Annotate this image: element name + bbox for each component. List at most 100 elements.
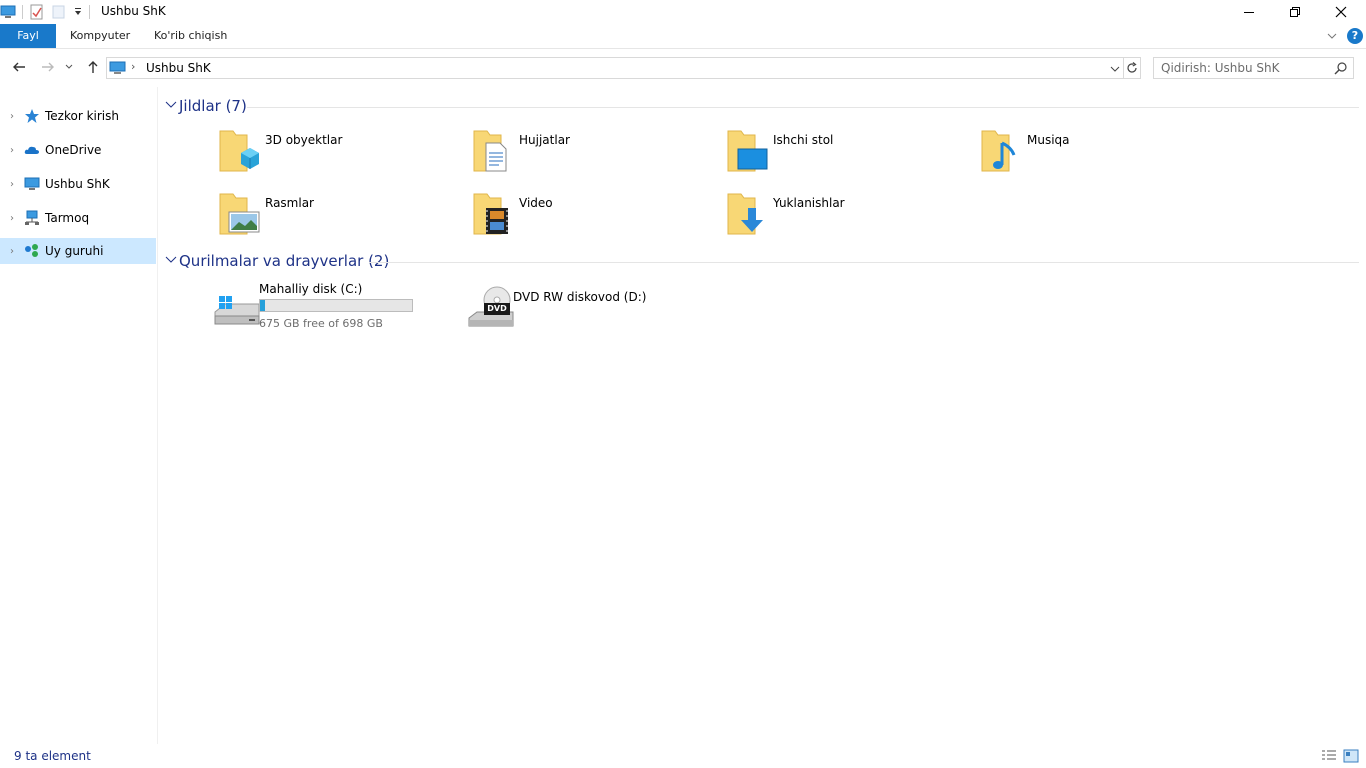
close-button[interactable]	[1318, 0, 1364, 24]
chevron-right-icon[interactable]: ›	[0, 111, 24, 122]
large-icons-view-icon	[1343, 749, 1359, 763]
video-folder-icon	[473, 190, 521, 238]
tab-view[interactable]: Ko'rib chiqish	[140, 24, 241, 48]
chevron-down-icon	[1110, 66, 1120, 72]
dvd-drive-icon: DVD	[467, 282, 515, 330]
forward-button[interactable]	[39, 58, 57, 76]
folder-label: Musiqa	[1027, 133, 1070, 147]
folder-documents[interactable]: Hujjatlar	[473, 127, 723, 183]
drive-dvd-d[interactable]: DVD DVD RW diskovod (D:)	[467, 282, 717, 338]
restore-icon	[1290, 7, 1300, 17]
expand-ribbon-button[interactable]	[1326, 30, 1338, 42]
navigation-pane: › Tezkor kirish › OneDrive › Ushbu ShK ›…	[0, 87, 158, 744]
search-input[interactable]: Qidirish: Ushbu ShK	[1153, 57, 1354, 79]
minimize-button[interactable]	[1226, 0, 1272, 24]
folder-music[interactable]: Musiqa	[981, 127, 1231, 183]
local-disk-icon	[213, 282, 261, 330]
address-bar[interactable]: › Ushbu ShK	[106, 57, 1124, 79]
help-button[interactable]: ?	[1347, 28, 1363, 44]
sidebar-item-homegroup[interactable]: › Uy guruhi	[0, 238, 156, 264]
breadcrumb[interactable]: Ushbu ShK	[146, 61, 211, 75]
up-button[interactable]	[84, 58, 102, 76]
details-view-icon	[1322, 750, 1336, 760]
drive-free-space: 675 GB free of 698 GB	[259, 317, 383, 330]
group-divider	[369, 262, 1359, 263]
minimize-icon	[1244, 12, 1254, 13]
chevron-down-icon	[1327, 33, 1337, 39]
drive-label: Mahalliy disk (C:)	[259, 282, 363, 296]
address-row: › Ushbu ShK Qidirish: Ushbu ShK	[0, 49, 1366, 87]
folder-label: Hujjatlar	[519, 133, 570, 147]
folder-label: Video	[519, 196, 553, 210]
devices-group-header[interactable]: Qurilmalar va drayverlar (2)	[165, 252, 389, 270]
details-view-button[interactable]	[1321, 749, 1337, 763]
new-folder-icon[interactable]	[51, 4, 67, 20]
refresh-button[interactable]	[1123, 57, 1141, 79]
item-count: 9 ta element	[14, 749, 91, 763]
dvd-badge: DVD	[487, 304, 507, 313]
documents-folder-icon	[473, 127, 521, 175]
recent-locations-button[interactable]	[63, 58, 75, 76]
close-icon	[1335, 6, 1347, 18]
customize-toolbar-icon[interactable]	[73, 4, 83, 20]
window-title: Ushbu ShK	[101, 4, 166, 18]
drive-label: DVD RW diskovod (D:)	[513, 290, 647, 304]
tab-file[interactable]: Fayl	[0, 24, 56, 48]
arrow-up-icon	[88, 61, 98, 73]
arrow-left-icon	[13, 62, 25, 72]
folder-pictures[interactable]: Rasmlar	[219, 190, 469, 246]
folders-group-header[interactable]: Jildlar (7)	[165, 97, 247, 115]
separator	[89, 5, 90, 19]
properties-icon[interactable]	[29, 4, 45, 20]
sidebar-item-onedrive[interactable]: › OneDrive	[0, 137, 156, 163]
quick-access-toolbar	[0, 2, 96, 22]
chevron-right-icon[interactable]: ›	[0, 213, 24, 224]
sidebar-item-quick-access[interactable]: › Tezkor kirish	[0, 103, 156, 129]
network-icon	[24, 210, 40, 226]
chevron-down-icon[interactable]	[165, 100, 179, 113]
refresh-icon	[1126, 62, 1137, 73]
status-bar: 9 ta element	[0, 744, 1366, 768]
search-icon[interactable]	[1334, 62, 1347, 78]
drive-usage-fill	[260, 300, 266, 311]
ribbon-tabs: Fayl Kompyuter Ko'rib chiqish ?	[0, 24, 1366, 49]
group-title: Jildlar (7)	[179, 97, 247, 115]
content-pane: Jildlar (7) 3D obyektlar Hujjatlar Ishch…	[159, 87, 1366, 744]
title-bar: Ushbu ShK	[0, 0, 1366, 24]
search-placeholder: Qidirish: Ushbu ShK	[1161, 61, 1280, 75]
breadcrumb-separator-icon[interactable]: ›	[131, 60, 135, 73]
folder-downloads[interactable]: Yuklanishlar	[727, 190, 977, 246]
3d-objects-folder-icon	[219, 127, 267, 175]
star-icon	[24, 108, 40, 124]
chevron-right-icon[interactable]: ›	[0, 246, 24, 257]
desktop-folder-icon	[727, 127, 775, 175]
sidebar-item-label: Uy guruhi	[45, 244, 104, 258]
drive-local-disk-c[interactable]: Mahalliy disk (C:) 675 GB free of 698 GB	[213, 282, 483, 338]
folder-label: Rasmlar	[265, 196, 314, 210]
sidebar-item-this-pc[interactable]: › Ushbu ShK	[0, 171, 156, 197]
chevron-right-icon[interactable]: ›	[0, 179, 24, 190]
address-history-button[interactable]	[1110, 63, 1120, 77]
computer-icon	[109, 60, 127, 76]
chevron-right-icon[interactable]: ›	[0, 145, 24, 156]
computer-icon	[0, 4, 16, 20]
sidebar-item-network[interactable]: › Tarmoq	[0, 205, 156, 231]
folder-3d-objects[interactable]: 3D obyektlar	[219, 127, 469, 183]
folder-label: 3D obyektlar	[265, 133, 343, 147]
folder-desktop[interactable]: Ishchi stol	[727, 127, 977, 183]
folder-label: Yuklanishlar	[773, 196, 845, 210]
sidebar-item-label: Tezkor kirish	[45, 109, 119, 123]
back-button[interactable]	[10, 58, 28, 76]
group-divider	[247, 107, 1359, 108]
folder-video[interactable]: Video	[473, 190, 723, 246]
separator	[22, 5, 23, 19]
pictures-folder-icon	[219, 190, 267, 238]
restore-button[interactable]	[1272, 0, 1318, 24]
sidebar-item-label: Tarmoq	[45, 211, 90, 225]
music-folder-icon	[981, 127, 1029, 175]
chevron-down-icon[interactable]	[165, 255, 179, 268]
folder-label: Ishchi stol	[773, 133, 834, 147]
tab-computer[interactable]: Kompyuter	[56, 24, 144, 48]
large-icons-view-button[interactable]	[1343, 749, 1359, 763]
chevron-down-icon	[65, 64, 73, 69]
